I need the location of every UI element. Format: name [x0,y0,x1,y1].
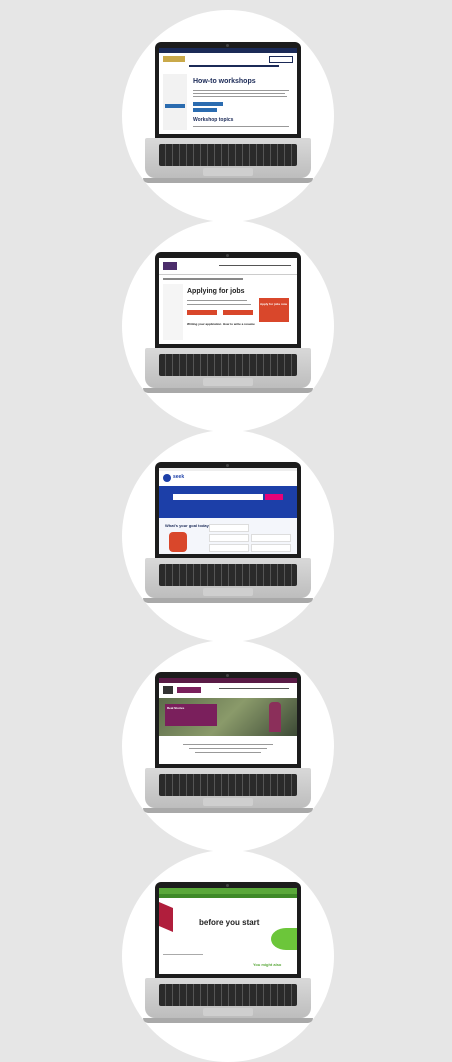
trackpad [203,1008,253,1016]
card-how-to-write-resume[interactable]: How to write a resume [223,322,255,326]
laptop-keyboard [145,768,311,808]
laptop-keyboard [145,138,311,178]
apply-jobs-cta-label: Apply for jobs now [260,302,287,306]
search-input[interactable] [173,494,263,500]
laptop-screen-bezel: Real Stories [155,672,301,768]
screen-how-to-workshops: How-to workshops Workshop topics [159,48,297,134]
search-button[interactable] [265,494,283,500]
trackpad [203,588,253,596]
screen-before-you-start: before you start You might also [159,888,297,974]
screen-disability-site: Real Stories [159,678,297,764]
card-writing-application[interactable]: Writing your application [187,322,221,326]
camera-icon [226,464,229,467]
section-heading: Workshop topics [193,117,234,123]
screen-applying-for-jobs: Applying for jobs Apply for jobs now Wri… [159,258,297,344]
seek-brand: seek [173,474,185,480]
trackpad [203,168,253,176]
camera-icon [226,674,229,677]
you-might-also: You might also [253,962,282,967]
laptop-keyboard [145,558,311,598]
camera-icon [226,254,229,257]
banner-heading: Real Stories [167,706,185,710]
page-heading: How-to workshops [193,78,256,85]
screen-seek-goal: seek What's your goal today? [159,468,297,554]
laptop-screen-bezel: How-to workshops Workshop topics [155,42,301,138]
goal-headline: What's your goal today? [165,523,212,528]
laptop-screen-bezel: seek What's your goal today? [155,462,301,558]
seek-logo-icon [163,474,171,482]
camera-icon [226,44,229,47]
trackpad [203,378,253,386]
trackpad [203,798,253,806]
laptop-keyboard [145,978,311,1018]
page-heading: before you start [199,918,260,927]
camera-icon [226,884,229,887]
laptop-screen-bezel: before you start You might also [155,882,301,978]
laptop-keyboard [145,348,311,388]
laptop-screen-bezel: Applying for jobs Apply for jobs now Wri… [155,252,301,348]
page-heading: Applying for jobs [187,288,245,295]
